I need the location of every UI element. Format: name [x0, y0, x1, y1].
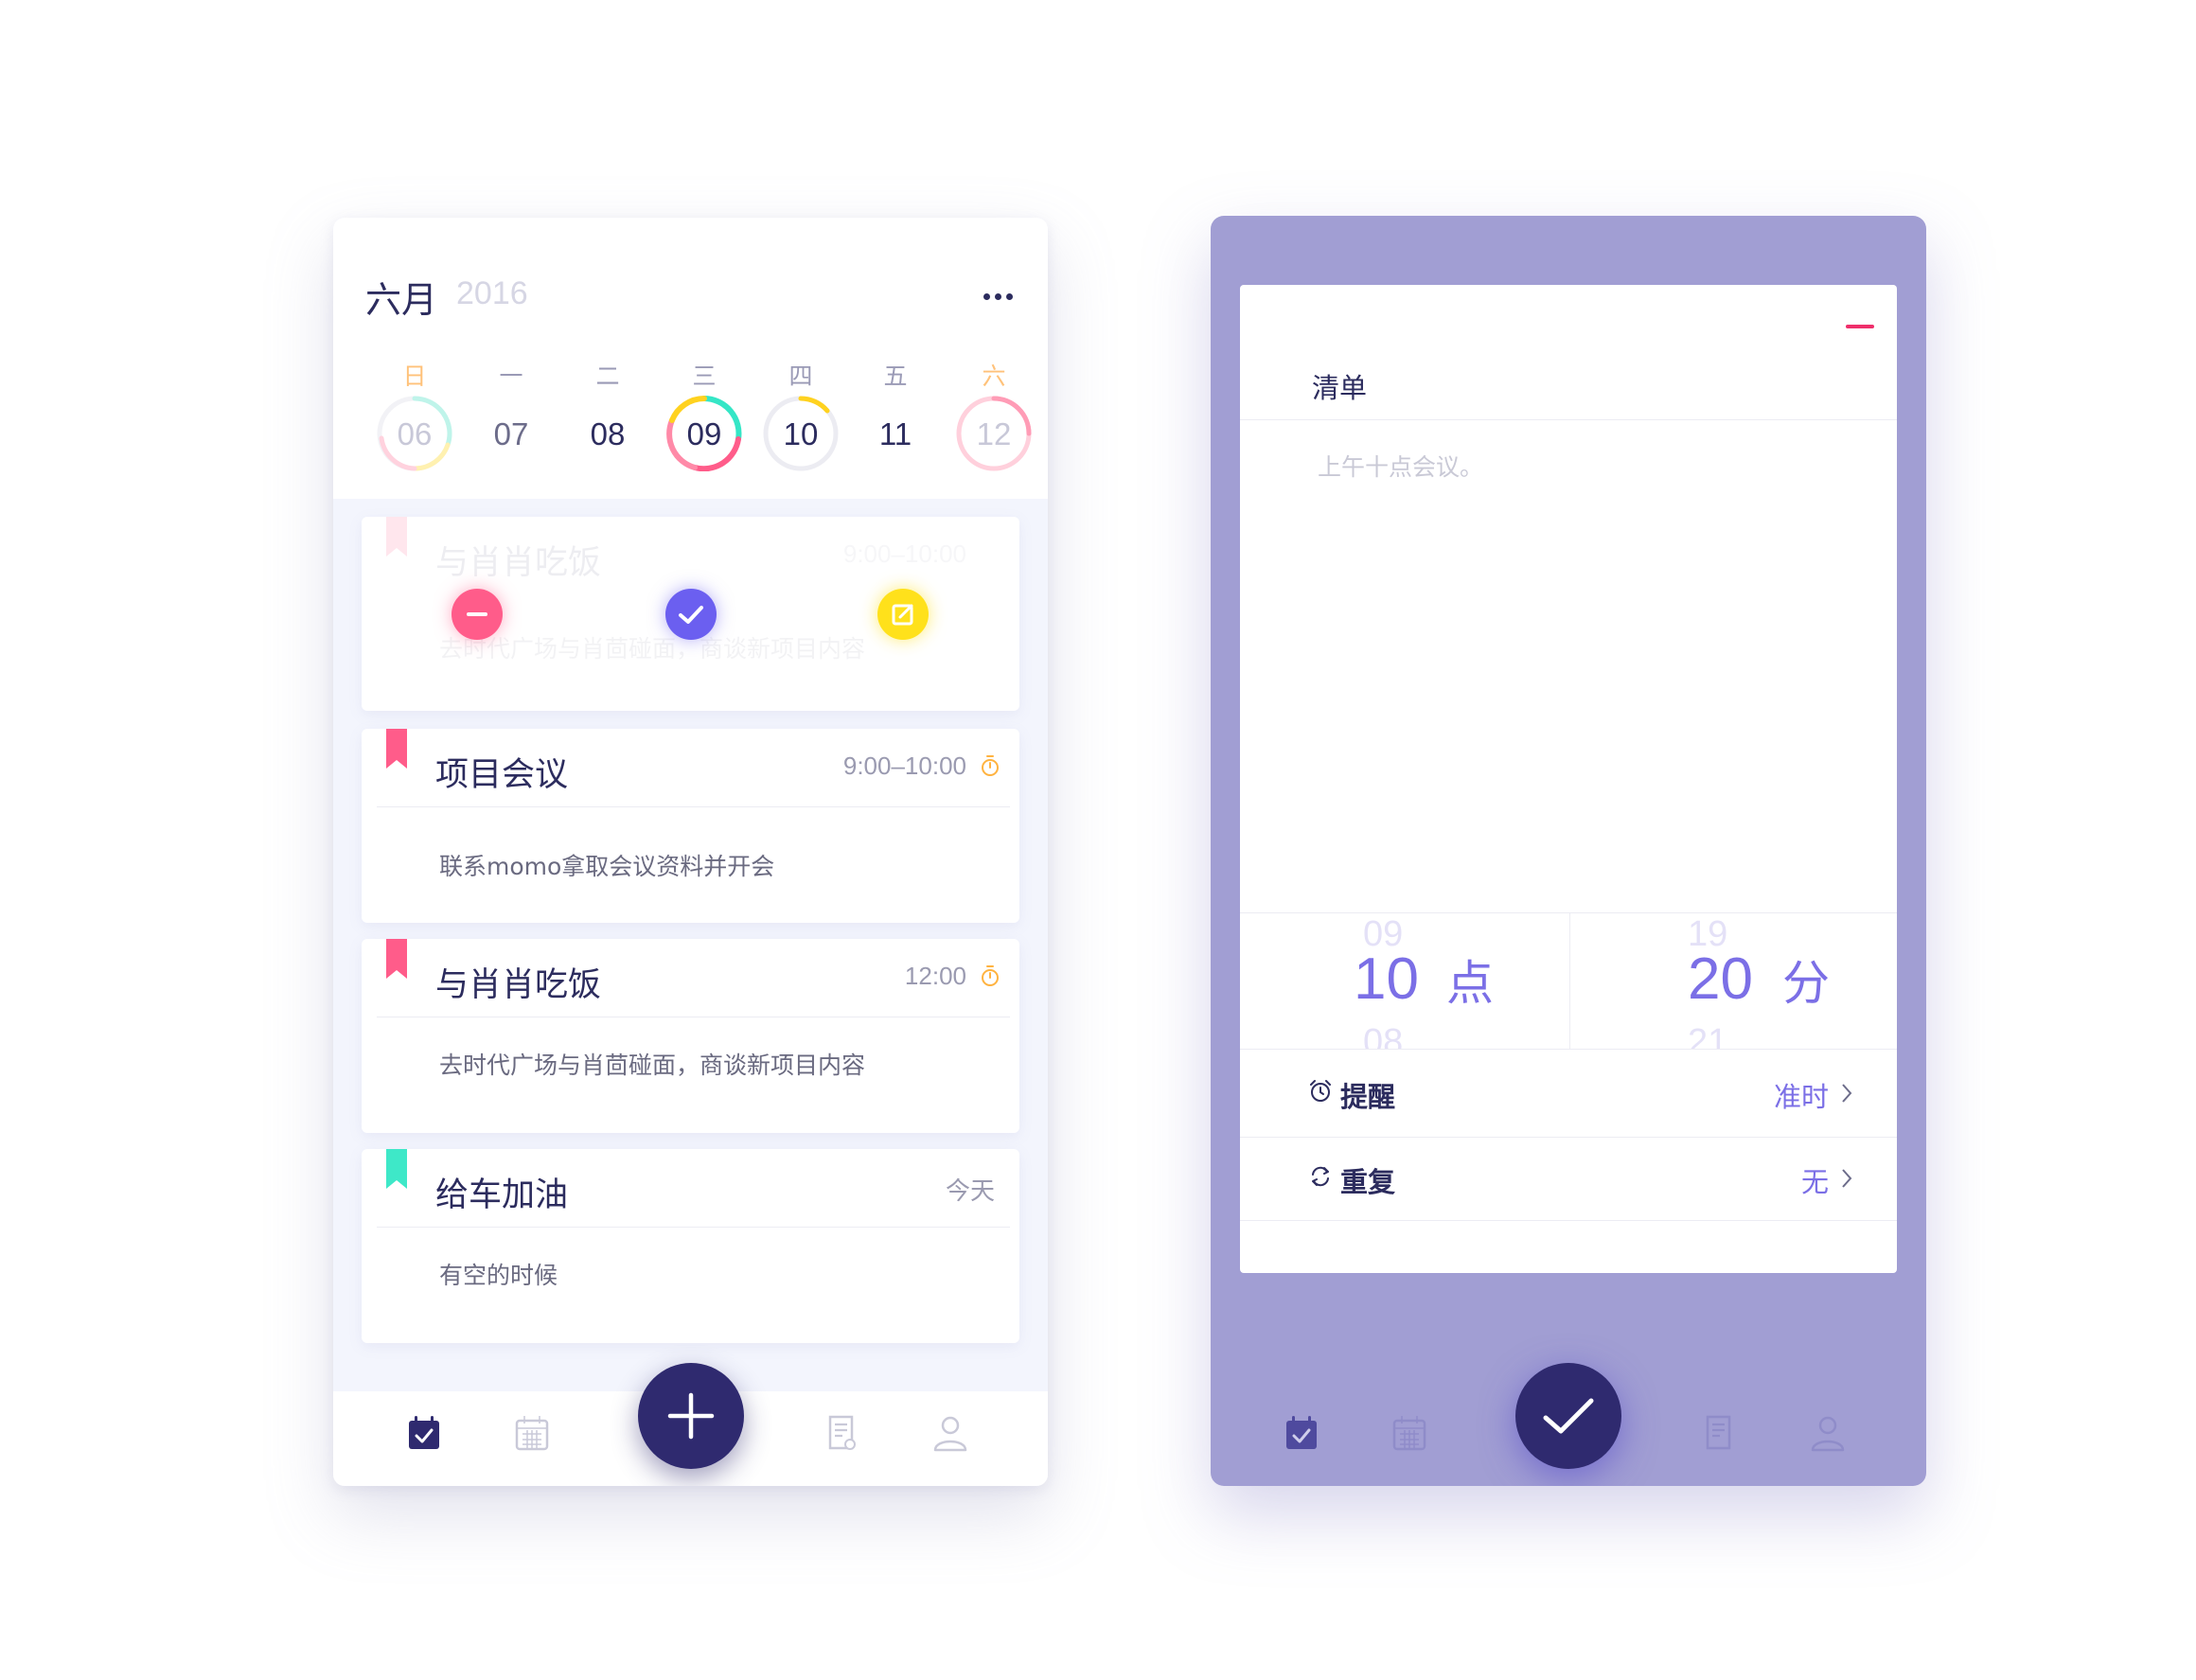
calendar-check-icon[interactable]	[1281, 1412, 1322, 1454]
bookmark-icon	[386, 517, 407, 557]
hour-unit: 点	[1446, 956, 1494, 1011]
confirm-button[interactable]	[1515, 1363, 1621, 1469]
complete-icon	[679, 606, 703, 624]
repeat-row[interactable]: 重复 无	[1240, 1135, 1897, 1218]
delete-icon	[467, 612, 487, 616]
task-card[interactable]: 项目会议 9:00–10:00 联系momo拿取会议资料并开会	[362, 729, 1019, 923]
minute-next: 21	[1688, 1022, 1728, 1049]
task-card[interactable]: 与肖肖吃饭 12:00 去时代广场与肖茴碰面，商谈新项目内容	[362, 939, 1019, 1133]
notes-icon[interactable]	[822, 1412, 863, 1454]
minute-value: 20	[1688, 946, 1753, 1012]
task-desc: 去时代广场与肖茴碰面，商谈新项目内容	[439, 1052, 866, 1079]
date-number: 07	[493, 416, 529, 451]
hour-next: 08	[1363, 1022, 1404, 1049]
task-title: 与肖肖吃饭	[435, 544, 602, 582]
reminder-value: 准时	[1773, 1081, 1829, 1113]
sheet-title: 清单	[1312, 372, 1368, 404]
day-06[interactable]: 日 06	[367, 358, 462, 490]
close-icon[interactable]	[1846, 325, 1874, 328]
weekday-label: 六	[982, 363, 1006, 390]
bookmark-icon	[386, 1149, 407, 1189]
minute-unit: 分	[1782, 956, 1830, 1011]
hour-value: 10	[1354, 946, 1419, 1012]
task-desc: 有空的时候	[439, 1262, 558, 1289]
task-time: 9:00–10:00	[842, 539, 966, 568]
day-10[interactable]: 四 10	[753, 358, 848, 490]
divider	[377, 806, 1010, 807]
date-number: 09	[686, 416, 722, 451]
year-label: 2016	[456, 275, 528, 311]
task-title: 项目会议	[435, 756, 569, 794]
profile-icon[interactable]	[930, 1412, 971, 1454]
notes-icon[interactable]	[1699, 1412, 1741, 1454]
month-label: 六月	[365, 279, 438, 321]
hour-picker[interactable]: 09 10 点 08	[1240, 912, 1569, 1049]
editor-sheet: 清单 09 10 点 08 19 20 分 21 提醒 准时	[1240, 285, 1897, 1273]
date-number: 08	[590, 416, 626, 451]
add-button[interactable]	[638, 1363, 744, 1469]
edit-button[interactable]	[877, 589, 929, 640]
date-number: 10	[783, 416, 819, 451]
bookmark-icon	[386, 939, 407, 979]
weekday-label: 四	[788, 363, 813, 390]
weekday-label: 日	[402, 363, 427, 390]
date-number: 06	[397, 416, 433, 451]
task-card[interactable]: 给车加油 今天 有空的时候	[362, 1149, 1019, 1343]
profile-icon[interactable]	[1807, 1412, 1849, 1454]
day-11[interactable]: 五 11	[848, 358, 943, 490]
task-editor-screen: 清单 09 10 点 08 19 20 分 21 提醒 准时	[1211, 216, 1926, 1486]
calendar-check-icon[interactable]	[403, 1412, 445, 1454]
weekday-label: 二	[595, 363, 620, 390]
weekday-label: 五	[883, 363, 908, 390]
reminder-label: 提醒	[1340, 1081, 1396, 1113]
timer-icon	[982, 965, 999, 986]
task-card-swiped[interactable]: 与肖肖吃饭 9:00–10:00 去时代广场与肖茴碰面，商谈新项目内容	[362, 517, 1019, 711]
task-list-screen: 六月 2016 日 06 一 07 二 08 三 09 四 10 五 11 六 …	[333, 218, 1048, 1486]
task-desc: 去时代广场与肖茴碰面，商谈新项目内容	[439, 635, 866, 663]
divider	[377, 1227, 1010, 1228]
day-09[interactable]: 三 09	[657, 358, 752, 490]
chevron-right-icon	[1842, 1169, 1852, 1188]
divider	[1240, 419, 1897, 420]
note-input[interactable]	[1318, 453, 1848, 481]
date-number: 12	[976, 416, 1012, 451]
chevron-right-icon	[1842, 1084, 1852, 1103]
add-icon	[667, 1392, 715, 1440]
minute-picker[interactable]: 19 20 分 21	[1570, 912, 1897, 1049]
complete-button[interactable]	[665, 589, 717, 640]
bookmark-icon	[386, 729, 407, 769]
edit-icon	[892, 604, 913, 626]
weekday-label: 一	[499, 363, 523, 390]
timer-icon	[982, 755, 999, 776]
divider	[1240, 1220, 1897, 1221]
weekday-label: 三	[692, 363, 717, 390]
task-title: 给车加油	[435, 1176, 569, 1214]
day-12[interactable]: 六 12	[947, 358, 1041, 490]
task-time: 12:00	[904, 962, 966, 990]
task-time: 今天	[945, 1176, 995, 1205]
date-number: 11	[878, 416, 912, 451]
repeat-label: 重复	[1340, 1166, 1396, 1198]
check-icon	[1543, 1398, 1594, 1434]
task-time: 9:00–10:00	[842, 752, 966, 780]
day-07[interactable]: 一 07	[464, 358, 558, 490]
repeat-value: 无	[1800, 1166, 1829, 1198]
task-desc: 联系momo拿取会议资料并开会	[439, 853, 775, 880]
alarm-icon	[1310, 1080, 1331, 1102]
more-icon[interactable]	[980, 292, 1018, 303]
task-title: 与肖肖吃饭	[435, 966, 602, 1004]
reminder-row[interactable]: 提醒 准时	[1240, 1050, 1897, 1133]
repeat-icon	[1312, 1166, 1329, 1187]
calendar-grid-icon[interactable]	[1389, 1412, 1430, 1454]
calendar-header: 六月 2016 日 06 一 07 二 08 三 09 四 10 五 11 六 …	[333, 218, 1048, 499]
delete-button[interactable]	[452, 589, 503, 640]
calendar-grid-icon[interactable]	[511, 1412, 553, 1454]
day-08[interactable]: 二 08	[560, 358, 655, 490]
